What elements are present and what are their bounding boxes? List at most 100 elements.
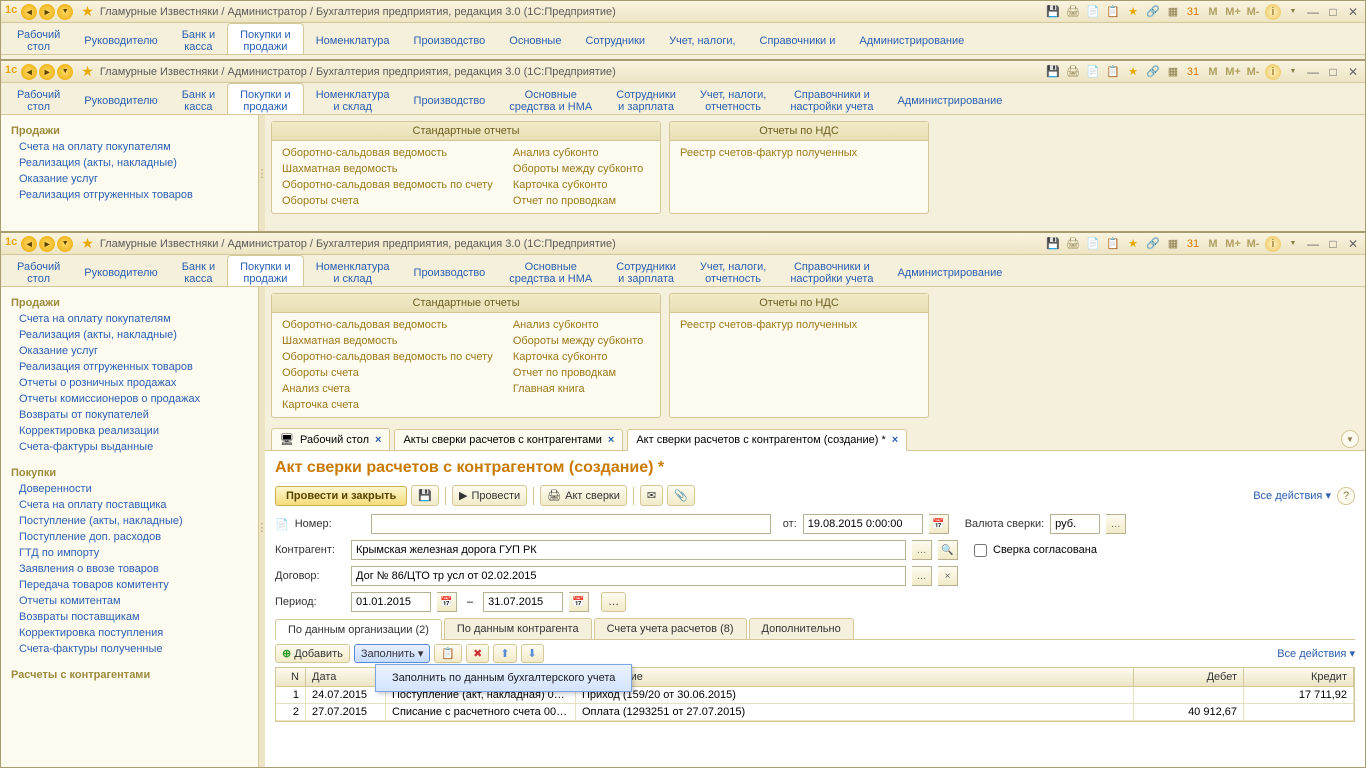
menu-manager[interactable]: Руководителю [72,83,169,114]
period-to-input[interactable] [483,592,563,612]
menu-manager[interactable]: Руководителю [72,23,169,54]
report-link[interactable]: Главная книга [513,381,643,397]
nav-link[interactable]: Поступление доп. расходов [5,529,254,545]
menu-production[interactable]: Производство [402,83,498,114]
currency-input[interactable] [1050,514,1100,534]
report-link[interactable]: Анализ счета [282,381,493,397]
star-icon[interactable]: ★ [1125,4,1141,20]
move-up-button[interactable]: ⬆ [493,644,516,663]
nav-link[interactable]: Оказание услуг [5,343,254,359]
tab-acts-list[interactable]: Акты сверки расчетов с контрагентами × [394,429,623,450]
menu-purchases-sales[interactable]: Покупки ипродажи [227,83,304,114]
subtab-extra[interactable]: Дополнительно [749,618,854,639]
subtab-accounts[interactable]: Счета учета расчетов (8) [594,618,747,639]
m-minus-button[interactable]: M- [1245,236,1261,252]
info-icon[interactable]: i [1265,64,1281,80]
m-minus-button[interactable]: M- [1245,64,1261,80]
calendar-icon[interactable]: 31 [1185,4,1201,20]
minimize-button[interactable]: — [1305,4,1321,20]
nav-link[interactable]: Счета-фактуры выданные [5,439,254,455]
report-link[interactable]: Обороты между субконто [513,161,643,177]
maximize-button[interactable]: □ [1325,64,1341,80]
print-icon[interactable]: 🖨 [1065,64,1081,80]
nav-link[interactable]: Заявления о ввозе товаров [5,561,254,577]
subtab-partner-data[interactable]: По данным контрагента [444,618,592,639]
grid-header-date[interactable]: Дата [306,668,386,686]
nav-link[interactable]: Реализация (акты, накладные) [5,155,254,171]
calc-icon[interactable]: ▦ [1165,4,1181,20]
calendar-button[interactable]: 📅 [569,592,589,612]
nav-link[interactable]: Счета на оплату поставщика [5,497,254,513]
doc-icon[interactable]: 📄 [1085,236,1101,252]
report-link[interactable]: Обороты счета [282,365,493,381]
select-button[interactable]: … [912,540,932,560]
report-link[interactable]: Карточка субконто [513,349,643,365]
grid-header-debit[interactable]: Дебет [1134,668,1244,686]
clipboard-icon[interactable]: 📋 [1105,4,1121,20]
menu-references[interactable]: Справочники инастройки учета [778,255,885,286]
print-icon[interactable]: 🖨 [1065,4,1081,20]
email-button[interactable]: ✉ [640,485,663,506]
attach-button[interactable]: 📎 [667,485,695,506]
menu-employees[interactable]: Сотрудникии зарплата [604,83,688,114]
agreed-checkbox[interactable] [974,544,987,557]
grid-header-content[interactable]: ление [576,668,1134,686]
forward-button[interactable]: ► [39,236,55,252]
report-link[interactable]: Шахматная ведомость [282,161,493,177]
calc-icon[interactable]: ▦ [1165,64,1181,80]
minimize-button[interactable]: — [1305,64,1321,80]
nav-link[interactable]: Счета-фактуры полученные [5,641,254,657]
menu-accounting[interactable]: Учет, налоги, [657,23,747,54]
contract-input[interactable] [351,566,906,586]
m-plus-button[interactable]: M+ [1225,4,1241,20]
number-input[interactable] [371,514,771,534]
menu-bank[interactable]: Банк икасса [170,23,227,54]
report-link[interactable]: Оборотно-сальдовая ведомость [282,145,493,161]
minimize-button[interactable]: — [1305,236,1321,252]
nav-link[interactable]: Корректировка поступления [5,625,254,641]
save-icon[interactable]: 💾 [1045,4,1061,20]
menu-nomenclature[interactable]: Номенклатура [304,23,402,54]
nav-link[interactable]: Возвраты поставщикам [5,609,254,625]
menu-admin[interactable]: Администрирование [847,23,976,54]
menu-purchases-sales[interactable]: Покупки ипродажи [227,23,304,54]
report-link[interactable]: Отчет по проводкам [513,193,643,209]
calc-icon[interactable]: ▦ [1165,236,1181,252]
m-button[interactable]: M [1205,64,1221,80]
report-link[interactable]: Оборотно-сальдовая ведомость по счету [282,177,493,193]
move-down-button[interactable]: ⬇ [521,644,544,663]
nav-link[interactable]: ГТД по импорту [5,545,254,561]
nav-link[interactable]: Отчеты о розничных продажах [5,375,254,391]
history-dropdown[interactable]: ▼ [57,4,73,20]
calendar-button[interactable]: 📅 [929,514,949,534]
tab-close-icon[interactable]: × [375,434,381,446]
menu-admin[interactable]: Администрирование [885,255,1014,286]
back-button[interactable]: ◄ [21,64,37,80]
nav-link[interactable]: Счета на оплату покупателям [5,139,254,155]
menu-bank[interactable]: Банк икасса [170,255,227,286]
partner-input[interactable] [351,540,906,560]
all-actions-link[interactable]: Все действия ▾ [1277,647,1355,660]
calendar-icon[interactable]: 31 [1185,236,1201,252]
info-dd[interactable]: ▼ [1285,64,1301,80]
menu-accounting[interactable]: Учет, налоги,отчетность [688,255,778,286]
report-link[interactable]: Анализ субконто [513,145,643,161]
m-plus-button[interactable]: M+ [1225,64,1241,80]
nav-link[interactable]: Поступление (акты, накладные) [5,513,254,529]
forward-button[interactable]: ► [39,4,55,20]
nav-link[interactable]: Реализация отгруженных товаров [5,187,254,203]
tab-act-create[interactable]: Акт сверки расчетов с контрагентом (созд… [627,429,907,451]
all-actions-link[interactable]: Все действия ▾ [1253,489,1331,502]
history-dropdown[interactable]: ▼ [57,236,73,252]
nav-link[interactable]: Доверенности [5,481,254,497]
copy-row-button[interactable]: 📋 [434,644,462,663]
menu-employees[interactable]: Сотрудники [573,23,657,54]
m-button[interactable]: M [1205,236,1221,252]
calendar-icon[interactable]: 31 [1185,64,1201,80]
nav-link[interactable]: Корректировка реализации [5,423,254,439]
favorite-icon[interactable]: ★ [81,235,94,252]
menu-desktop[interactable]: Рабочийстол [5,23,72,54]
search-button[interactable]: 🔍 [938,540,958,560]
dropdown-button[interactable]: ▼ [1341,430,1359,448]
clear-button[interactable]: × [938,566,958,586]
